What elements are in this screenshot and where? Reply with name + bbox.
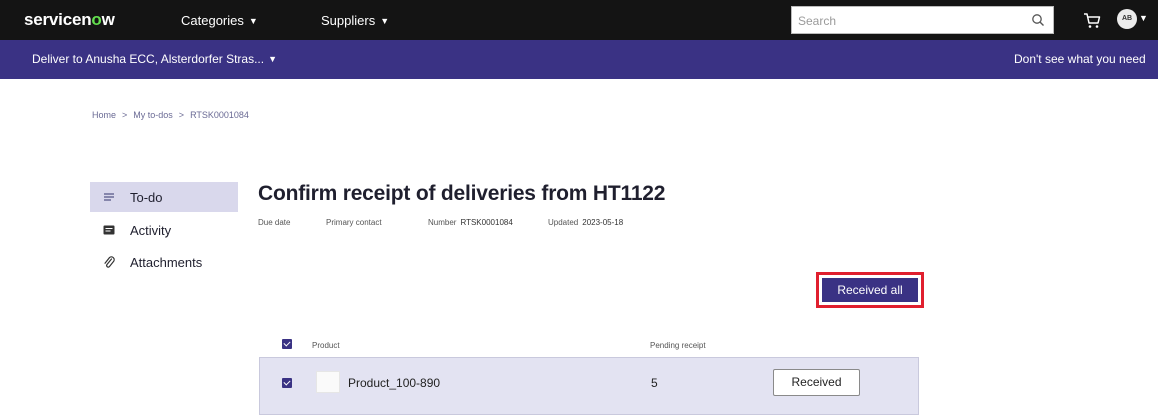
row-checkbox[interactable] bbox=[282, 378, 292, 388]
sidebar-item-todo[interactable]: To-do bbox=[90, 182, 238, 212]
search-input[interactable] bbox=[798, 12, 1018, 29]
select-all-checkbox[interactable] bbox=[282, 339, 292, 349]
updated-label: Updated bbox=[548, 218, 579, 227]
deliver-to-label: Deliver to Anusha ECC, Alsterdorfer Stra… bbox=[32, 52, 265, 66]
number-label: Number bbox=[428, 218, 457, 227]
primary-contact-label: Primary contact bbox=[326, 218, 382, 227]
updated-field: Updated 2023-05-18 bbox=[548, 218, 623, 227]
categories-menu-label: Categories bbox=[181, 13, 244, 28]
servicenow-logo[interactable]: servicenow bbox=[24, 10, 115, 30]
breadcrumb-separator: > bbox=[178, 110, 185, 120]
top-navbar: servicenow Categories ▼ Suppliers ▼ AB ▼ bbox=[0, 0, 1158, 40]
dont-see-link[interactable]: Don't see what you need bbox=[1014, 52, 1146, 66]
column-header-pending-receipt: Pending receipt bbox=[650, 341, 706, 350]
page-title: Confirm receipt of deliveries from HT112… bbox=[258, 182, 666, 205]
number-value: RTSK0001084 bbox=[460, 218, 513, 227]
chevron-down-icon: ▼ bbox=[268, 54, 278, 64]
pending-receipt-value: 5 bbox=[651, 376, 658, 390]
breadcrumb-my-todos[interactable]: My to-dos bbox=[133, 110, 173, 120]
delivery-bar: Deliver to Anusha ECC, Alsterdorfer Stra… bbox=[0, 40, 1158, 79]
cart-icon[interactable] bbox=[1082, 10, 1102, 30]
activity-icon bbox=[103, 225, 115, 235]
number-field: Number RTSK0001084 bbox=[428, 218, 513, 227]
avatar[interactable]: AB bbox=[1117, 9, 1137, 29]
suppliers-menu[interactable]: Suppliers ▼ bbox=[321, 13, 389, 28]
search-box bbox=[791, 6, 1054, 34]
product-name: Product_100-890 bbox=[348, 376, 441, 390]
product-thumbnail bbox=[316, 371, 340, 393]
updated-value: 2023-05-18 bbox=[582, 218, 624, 227]
deliver-to-selector[interactable]: Deliver to Anusha ECC, Alsterdorfer Stra… bbox=[32, 52, 277, 66]
sidebar-item-activity[interactable]: Activity bbox=[90, 215, 238, 245]
breadcrumb: Home > My to-dos > RTSK0001084 bbox=[92, 110, 249, 120]
received-button[interactable]: Received bbox=[773, 369, 860, 396]
categories-menu[interactable]: Categories ▼ bbox=[181, 13, 258, 28]
chevron-down-icon[interactable]: ▼ bbox=[1139, 13, 1148, 23]
breadcrumb-home[interactable]: Home bbox=[92, 110, 116, 120]
search-icon[interactable] bbox=[1031, 13, 1045, 27]
sidebar-item-attachments[interactable]: Attachments bbox=[90, 247, 238, 277]
suppliers-menu-label: Suppliers bbox=[321, 13, 376, 28]
paperclip-icon bbox=[104, 256, 115, 268]
column-header-product: Product bbox=[312, 341, 340, 350]
sidebar-item-label: Activity bbox=[130, 223, 172, 238]
received-all-button[interactable]: Received all bbox=[822, 278, 918, 302]
table-row: Product_100-890 5 Received bbox=[259, 357, 919, 415]
breadcrumb-separator: > bbox=[122, 110, 128, 120]
list-icon bbox=[104, 193, 114, 201]
chevron-down-icon: ▼ bbox=[380, 16, 390, 26]
sidebar-item-label: To-do bbox=[130, 190, 163, 205]
due-date-label: Due date bbox=[258, 218, 291, 227]
sidebar-item-label: Attachments bbox=[130, 255, 203, 270]
received-all-highlight: Received all bbox=[816, 272, 924, 308]
chevron-down-icon: ▼ bbox=[248, 16, 258, 26]
breadcrumb-current: RTSK0001084 bbox=[190, 110, 249, 120]
